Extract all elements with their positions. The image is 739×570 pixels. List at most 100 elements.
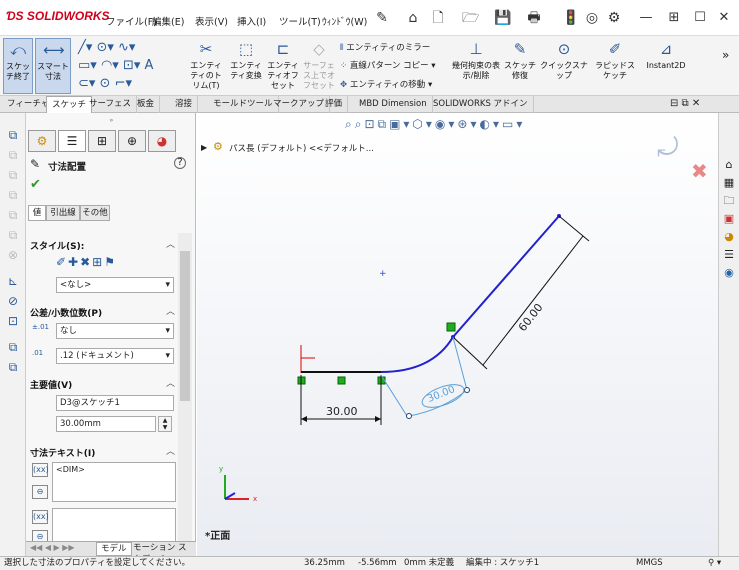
menu-view[interactable]: 表示(V) — [195, 14, 228, 28]
collapse-icon[interactable]: ︿ — [166, 444, 175, 457]
home-icon[interactable]: ⌂ — [721, 157, 737, 173]
ribbon-overflow-icon[interactable]: » — [722, 48, 729, 62]
display-tab-icon[interactable]: ◕ — [148, 130, 176, 152]
dimension-30-label[interactable]: 30.00 — [326, 405, 358, 418]
appearances-icon[interactable]: ◕ — [721, 229, 737, 245]
trim-entities-button[interactable]: ✂ エンティティのトリム(T) — [187, 38, 225, 94]
help-icon[interactable]: ? — [174, 157, 186, 169]
relation-marker[interactable] — [337, 376, 346, 385]
tab-scroll-arrows[interactable]: ◀◀ ◀ ▶ ▶▶ — [30, 543, 75, 552]
pin-icon[interactable]: ✎ — [374, 10, 390, 26]
menu-edit[interactable]: 編集(E) — [152, 14, 184, 28]
copy-tool-icon[interactable]: ⧉ — [5, 339, 21, 355]
sketch-canvas[interactable]: + y x — [197, 113, 718, 556]
minimize-button[interactable]: — — [636, 9, 656, 27]
dim-text-icon[interactable]: ⊖ — [32, 485, 48, 499]
screen-tool-icon[interactable]: ⊡ — [5, 313, 21, 329]
status-units[interactable]: MMGS — [636, 557, 663, 570]
dimension-text-area[interactable]: <DIM> — [52, 462, 176, 502]
tolerance-select[interactable]: なし — [56, 323, 174, 339]
open-icon[interactable]: 🗁 — [462, 10, 479, 26]
offset-entities-button[interactable]: ⊏ エンティティオフセット — [266, 38, 300, 94]
mirror-entities-button[interactable]: ⫴ エンティティのミラー — [340, 41, 430, 53]
fix-tool-icon[interactable]: ⊘ — [5, 293, 21, 309]
repair-sketch-button[interactable]: ✎ スケッチ修復 — [502, 38, 538, 94]
paste-tool-icon[interactable]: ⧉ — [5, 359, 21, 375]
subtab-value[interactable]: 値 — [28, 205, 46, 221]
primary-value-field[interactable]: 30.00mm — [56, 416, 156, 432]
pm-scrollbar[interactable] — [178, 233, 192, 551]
new-document-icon[interactable]: 🗋 — [430, 10, 446, 26]
value-spin-button[interactable]: ▲ ▼ — [158, 416, 172, 432]
sketch-tools-row3[interactable]: ⊂▾ ⊙ ⌐▾ — [78, 76, 132, 91]
solidworks-logo[interactable]: ƊS SOLIDWORKS — [6, 9, 110, 23]
tab-evaluate[interactable]: 評価 — [320, 96, 349, 113]
menu-tools[interactable]: ツール(T) — [279, 14, 321, 28]
window-tile-icons[interactable]: ⊟ ⧉ ✕ — [670, 98, 700, 109]
traffic-light-icon[interactable]: 🚦 — [562, 10, 579, 26]
menu-file[interactable]: ファイル(F) — [106, 14, 157, 28]
design-library-icon[interactable]: ▦ — [721, 175, 737, 191]
options-icon[interactable]: ⚙ — [606, 10, 622, 26]
disabled-tool-icon: ⊗ — [7, 248, 19, 262]
rapid-sketch-button[interactable]: ✐ ラピッドスケッチ — [592, 38, 638, 94]
smart-dimension-button[interactable]: ⟷ スマート寸法 — [35, 38, 71, 94]
user-icon[interactable]: ◎ — [584, 10, 600, 26]
propertymanager-tab-icon[interactable]: ☰ — [58, 130, 86, 152]
move-entities-button[interactable]: ✥ エンティティの移動 ▾ — [340, 78, 432, 90]
collapse-icon[interactable]: ︿ — [166, 304, 175, 317]
display-relations-button[interactable]: ⊥ 幾何拘束の表示/削除 — [452, 38, 500, 94]
surface-offset-button[interactable]: ◇ サーフェス上でオフセット — [303, 38, 335, 94]
sketch-arc[interactable] — [380, 336, 454, 373]
tab-surfaces[interactable]: サーフェス — [84, 96, 137, 113]
featuremanager-tab-icon[interactable]: ⚙ — [28, 130, 56, 152]
close-button[interactable]: ✕ — [714, 9, 734, 27]
collapse-icon[interactable]: ︿ — [166, 376, 175, 389]
dimension-text-area-lower[interactable] — [52, 508, 176, 544]
tab-weldments[interactable]: 溶接 — [170, 96, 199, 113]
maximize-button[interactable]: ☐ — [690, 9, 710, 27]
custom-properties-icon[interactable]: ☰ — [721, 247, 737, 263]
graphics-area[interactable]: ⌕⌕⊡⧉▣▾⬡▾◉▾⊛▾◐▾▭▾ ▶ ⚙ パス長 (デフォルト) <<デフォルト… — [197, 113, 718, 556]
community-icon[interactable]: ◉ — [721, 265, 737, 281]
dimxpert-tab-icon[interactable]: ⊕ — [118, 130, 146, 152]
panel-grip-icon[interactable]: ⚬ — [108, 116, 115, 125]
tab-motion-study[interactable]: モーション スタディ 1 — [130, 542, 196, 565]
precision-select[interactable]: .12 (ドキュメント) — [56, 348, 174, 364]
tab-model[interactable]: モデル — [96, 542, 132, 556]
linear-pattern-button[interactable]: ⁘ 直線パターン コピー ▾ — [340, 59, 436, 71]
tab-mbd-dimension[interactable]: MBD Dimension — [354, 96, 433, 113]
tab-sheet-metal[interactable]: 板金 — [132, 96, 161, 113]
save-icon[interactable]: 💾 — [494, 10, 511, 26]
style-select[interactable]: <なし> — [56, 277, 174, 293]
dim-text-icon[interactable]: (xx) — [32, 463, 49, 477]
menu-insert[interactable]: 挿入(I) — [237, 14, 266, 28]
instant2d-button[interactable]: ⊿ Instant2D — [644, 38, 688, 94]
exit-sketch-button[interactable]: ⤺ スケッチ終了 — [3, 38, 33, 94]
sketch-tool-icon[interactable]: ⧉ — [5, 127, 21, 143]
tab-addins[interactable]: SOLIDWORKS アドイン — [428, 96, 534, 113]
relation-marker[interactable] — [446, 322, 456, 332]
configuration-tab-icon[interactable]: ⊞ — [88, 130, 116, 152]
home-icon[interactable]: ⌂ — [405, 10, 421, 26]
restore-button[interactable]: ⊞ — [664, 9, 684, 27]
view-orientation-label: *正面 — [205, 531, 231, 542]
print-icon[interactable]: 🖶 — [526, 10, 542, 26]
subtab-other[interactable]: その他 — [80, 205, 110, 221]
sketch-tools-row1[interactable]: ╱▾ ⊙▾ ∿▾ — [78, 40, 135, 55]
dim-text-icon[interactable]: (xx) — [32, 510, 49, 524]
menu-window[interactable]: ｳｨﾝﾄﾞｳ(W) — [322, 14, 367, 28]
primary-reference-field[interactable]: D3@スケッチ1 — [56, 395, 174, 411]
status-customize-icon[interactable]: ⚲ ▾ — [708, 557, 721, 570]
relation-tool-icon[interactable]: ⊾ — [5, 273, 21, 289]
sketch-line-angled[interactable] — [452, 215, 560, 338]
style-buttons[interactable]: ✐✚✖⊞⚑ — [56, 255, 117, 269]
convert-entities-button[interactable]: ⬚ エンティティ変換 — [229, 38, 263, 94]
file-explorer-icon[interactable]: 🗀 — [721, 193, 737, 209]
collapse-icon[interactable]: ︿ — [166, 237, 175, 250]
view-palette-icon[interactable]: ▣ — [721, 211, 737, 227]
subtab-leaders[interactable]: 引出線 — [46, 205, 80, 221]
ok-checkmark-icon[interactable]: ✔ — [30, 177, 41, 192]
quick-snaps-button[interactable]: ⊙ クイックスナップ — [540, 38, 588, 94]
sketch-tools-row2[interactable]: ▭▾ ◠▾ ⊡▾ A — [78, 58, 153, 73]
